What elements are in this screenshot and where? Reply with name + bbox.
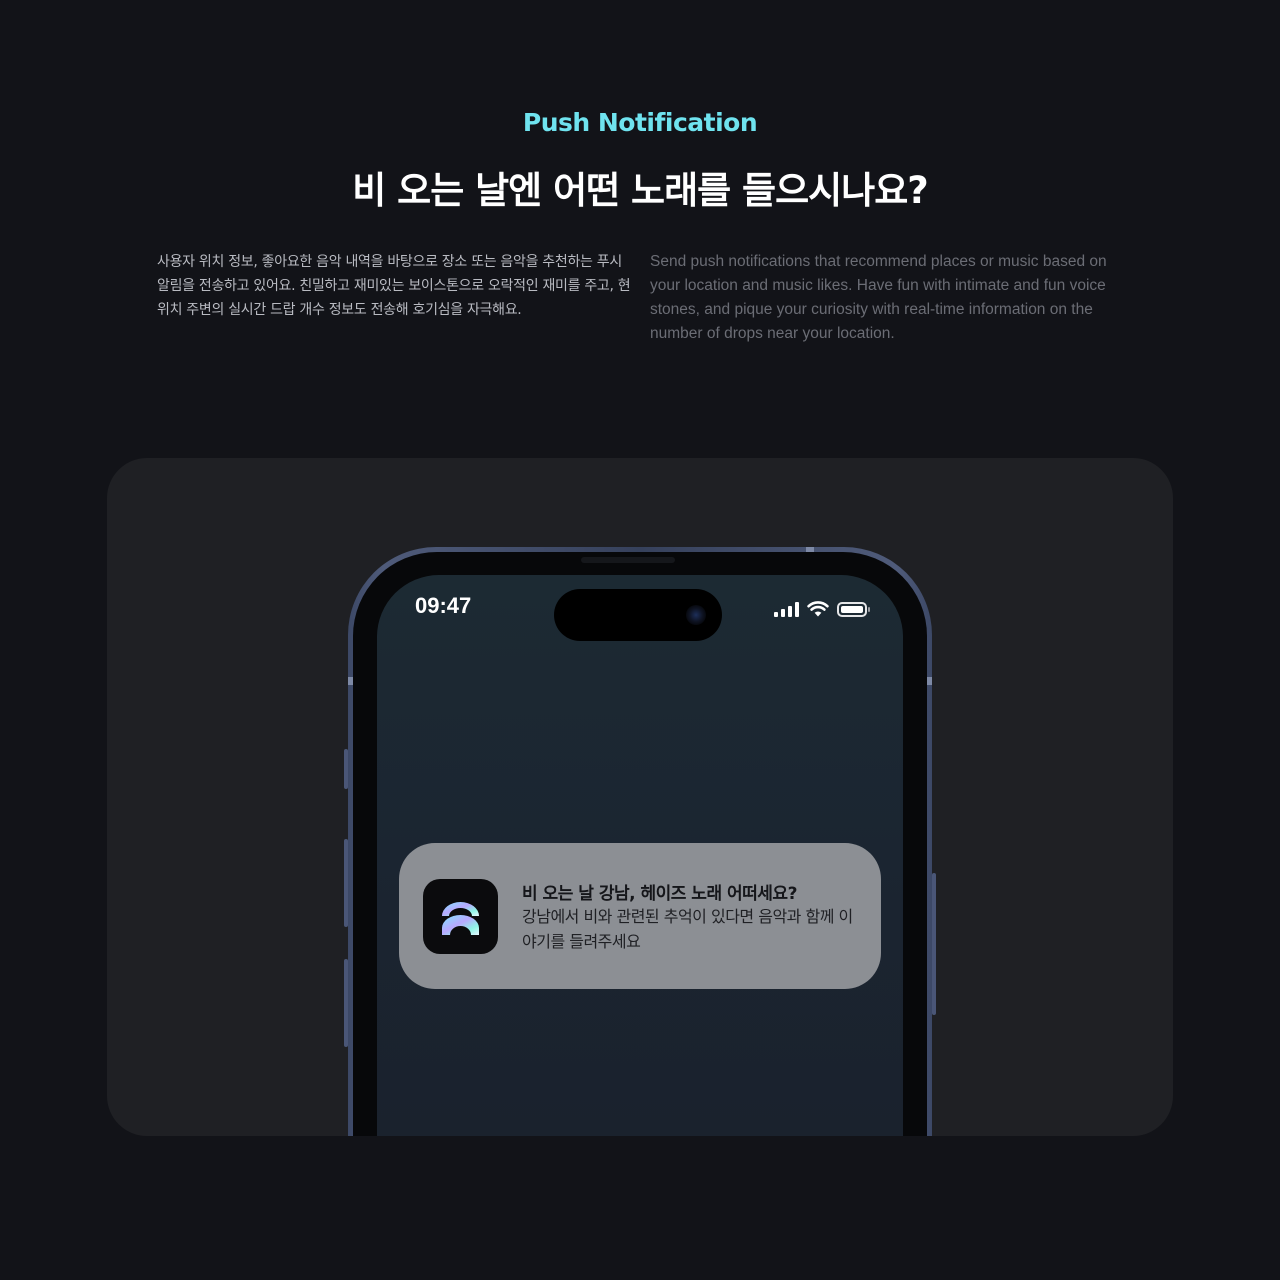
status-icons — [774, 599, 870, 619]
app-logo-icon — [423, 879, 498, 954]
showcase-stage: 09:47 비 오는 날 강남, 헤이즈 노래 어떠세요? 강남에서 비와 관련… — [107, 458, 1173, 1136]
dynamic-island — [554, 589, 722, 641]
power-button — [932, 873, 936, 1015]
push-notification[interactable]: 비 오는 날 강남, 헤이즈 노래 어떠세요? 강남에서 비와 관련된 추억이 … — [399, 843, 881, 989]
signal-icon — [774, 601, 799, 617]
page-headline: 비 오는 날엔 어떤 노래를 들으시나요? — [352, 169, 928, 212]
description-korean: 사용자 위치 정보, 좋아요한 음악 내역을 바탕으로 장소 또는 음악을 추천… — [157, 254, 631, 318]
earpiece-speaker — [581, 557, 675, 563]
notification-body: 강남에서 비와 관련된 추억이 있다면 음악과 함께 이야기를 들려주세요 — [522, 907, 853, 951]
volume-up-button — [344, 839, 348, 927]
battery-cap — [868, 606, 870, 612]
eyebrow-label: Push Notification — [522, 108, 758, 137]
phone-mockup: 09:47 비 오는 날 강남, 헤이즈 노래 어떠세요? 강남에서 비와 관련… — [344, 547, 936, 1136]
battery-level — [841, 605, 863, 613]
description-english: Send push notifications that recommend p… — [650, 253, 1107, 342]
phone-screen: 09:47 비 오는 날 강남, 헤이즈 노래 어떠세요? 강남에서 비와 관련… — [377, 575, 903, 1136]
wifi-icon — [807, 601, 829, 617]
notification-title: 비 오는 날 강남, 헤이즈 노래 어떠세요? — [522, 884, 797, 904]
volume-down-button — [344, 959, 348, 1047]
action-button — [344, 749, 348, 789]
battery-icon — [837, 601, 870, 617]
front-camera-icon — [686, 605, 706, 625]
status-time: 09:47 — [415, 593, 472, 618]
